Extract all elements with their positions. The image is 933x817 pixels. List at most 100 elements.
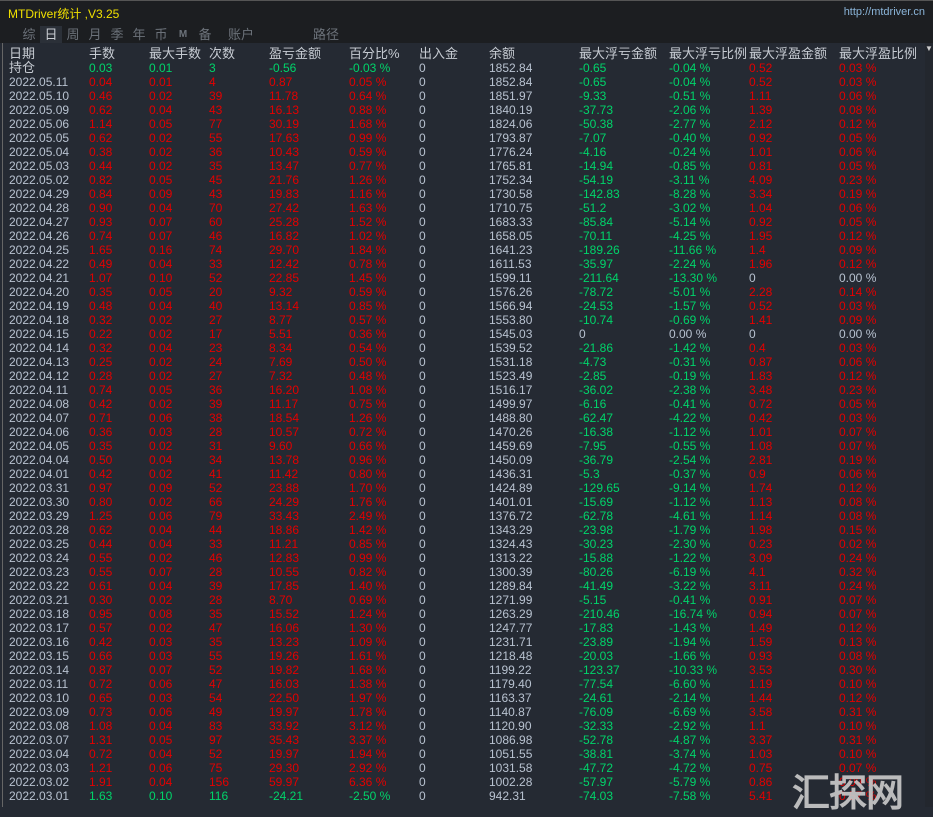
position-row[interactable]: 持仓 0.03 0.01 3 -0.56 -0.03 % 0 1852.84 -0.65 -0.0… bbox=[9, 61, 924, 76]
tab-0[interactable]: 综 bbox=[18, 26, 40, 43]
table-row[interactable]: 2022.04.18 0.32 0.02 27 8.77 0.57 % 0 1553.80 -1… bbox=[9, 313, 924, 327]
table-row[interactable]: 2022.03.14 0.87 0.07 52 19.82 1.68 % 0 1199.22 -… bbox=[9, 663, 924, 677]
table-row[interactable]: 2022.05.06 1.14 0.05 77 30.19 1.68 % 0 1824.06 -… bbox=[9, 117, 924, 131]
cell-balance: 1140.87 bbox=[489, 705, 532, 719]
table-row[interactable]: 2022.04.11 0.74 0.05 36 16.20 1.08 % 0 1516.17 -… bbox=[9, 383, 924, 397]
tab-2[interactable]: 周 bbox=[62, 26, 84, 43]
table-row[interactable]: 2022.04.28 0.90 0.04 70 27.42 1.63 % 0 1710.75 -… bbox=[9, 201, 924, 215]
table-row[interactable]: 2022.04.13 0.25 0.02 24 7.69 0.50 % 0 1531.18 -4… bbox=[9, 355, 924, 369]
table-row[interactable]: 2022.03.23 0.55 0.07 28 10.55 0.82 % 0 1300.39 -… bbox=[9, 565, 924, 579]
cell-percent: 1.38 % bbox=[349, 677, 387, 691]
table-row[interactable]: 2022.03.28 0.62 0.04 44 18.86 1.42 % 0 1343.29 -… bbox=[9, 523, 924, 537]
table-row[interactable]: 2022.03.24 0.55 0.02 46 12.83 0.99 % 0 1313.22 -… bbox=[9, 551, 924, 565]
column-header[interactable]: 最大浮盈金额 bbox=[749, 46, 839, 61]
table-row[interactable]: 2022.05.05 0.62 0.02 55 17.63 0.99 % 0 1793.87 -… bbox=[9, 131, 924, 145]
table-row[interactable]: 2022.03.11 0.72 0.06 47 16.03 1.38 % 0 1179.40 -… bbox=[9, 677, 924, 691]
table-row[interactable]: 2022.04.15 0.22 0.02 17 5.51 0.36 % 0 1545.03 0 0… bbox=[9, 327, 924, 341]
table-row[interactable]: 2022.04.26 0.74 0.07 46 16.82 1.02 % 0 1658.05 -… bbox=[9, 229, 924, 243]
cell-max-float-profit: 3.11 bbox=[749, 579, 772, 593]
cell-date: 2022.05.10 bbox=[9, 89, 70, 103]
cell-lots: 0.93 bbox=[89, 215, 113, 229]
column-header[interactable]: 百分比% bbox=[349, 46, 419, 61]
website-link[interactable]: http://mtdriver.cn bbox=[844, 6, 925, 18]
table-row[interactable]: 2022.04.20 0.35 0.05 20 9.32 0.59 % 0 1576.26 -7… bbox=[9, 285, 924, 299]
column-header[interactable]: 出入金 bbox=[419, 46, 489, 61]
tab-1[interactable]: 日 bbox=[40, 26, 62, 43]
cell-max-lots: 0.02 bbox=[149, 495, 173, 509]
cell-deposit: 0 bbox=[419, 761, 426, 775]
table-row[interactable]: 2022.03.01 1.63 0.10 116 -24.21 -2.50 % 0 942.3… bbox=[9, 789, 924, 803]
table-row[interactable]: 2022.03.18 0.95 0.08 35 15.52 1.24 % 0 1263.29 -… bbox=[9, 607, 924, 621]
table-row[interactable]: 2022.04.06 0.36 0.03 28 10.57 0.72 % 0 1470.26 -… bbox=[9, 425, 924, 439]
column-header[interactable]: 盈亏金额 bbox=[269, 46, 349, 61]
column-header[interactable]: 次数 bbox=[209, 46, 269, 61]
table-row[interactable]: 2022.04.14 0.32 0.04 23 8.34 0.54 % 0 1539.52 -2… bbox=[9, 341, 924, 355]
table-row[interactable]: 2022.04.21 1.07 0.10 52 22.85 1.45 % 0 1599.11 -… bbox=[9, 271, 924, 285]
cell-deposit: 0 bbox=[419, 467, 426, 481]
scrollbar[interactable] bbox=[925, 43, 933, 807]
tab-9[interactable]: 账户 bbox=[216, 26, 266, 43]
table-row[interactable]: 2022.03.02 1.91 0.04 156 59.97 6.36 % 0 1002.28… bbox=[9, 775, 924, 789]
table-row[interactable]: 2022.03.17 0.57 0.02 47 16.06 1.30 % 0 1247.77 -… bbox=[9, 621, 924, 635]
table-row[interactable]: 2022.04.27 0.93 0.07 60 25.28 1.52 % 0 1683.33 -… bbox=[9, 215, 924, 229]
table-row[interactable]: 2022.04.01 0.42 0.02 41 11.42 0.80 % 0 1436.31 -… bbox=[9, 467, 924, 481]
tab-6[interactable]: 币 bbox=[150, 26, 172, 43]
table-row[interactable]: 2022.03.31 0.97 0.09 52 23.88 1.70 % 0 1424.89 -… bbox=[9, 481, 924, 495]
cell-percent: 1.63 % bbox=[349, 201, 387, 215]
table-row[interactable]: 2022.04.19 0.48 0.04 40 13.14 0.85 % 0 1566.94 -… bbox=[9, 299, 924, 313]
cell-max-float-loss-pct: -2.38 % bbox=[669, 383, 711, 397]
tab-4[interactable]: 季 bbox=[106, 26, 128, 43]
cell-max-lots: 0.16 bbox=[149, 243, 173, 257]
cell-max-float-profit: 3.58 bbox=[749, 705, 773, 719]
table-row[interactable]: 2022.03.03 1.21 0.06 75 29.30 2.92 % 0 1031.58 -… bbox=[9, 761, 924, 775]
column-header[interactable]: 手数 bbox=[89, 46, 149, 61]
table-row[interactable]: 2022.03.25 0.44 0.04 33 11.21 0.85 % 0 1324.43 -… bbox=[9, 537, 924, 551]
table-row[interactable]: 2022.03.04 0.72 0.04 52 19.97 1.94 % 0 1051.55 -… bbox=[9, 747, 924, 761]
table-row[interactable]: 2022.05.03 0.44 0.02 35 13.47 0.77 % 0 1765.81 -… bbox=[9, 159, 924, 173]
cell-max-float-profit: 3.37 bbox=[749, 733, 773, 747]
table-row[interactable]: 2022.04.05 0.35 0.02 31 9.60 0.66 % 0 1459.69 -7… bbox=[9, 439, 924, 453]
table-row[interactable]: 2022.05.10 0.46 0.02 39 11.78 0.64 % 0 1851.97 -… bbox=[9, 89, 924, 103]
cell-max-float-loss: -62.47 bbox=[579, 411, 614, 425]
column-header[interactable]: 余额 bbox=[489, 46, 579, 61]
table-row[interactable]: 2022.05.09 0.62 0.04 43 16.13 0.88 % 0 1840.19 -… bbox=[9, 103, 924, 117]
table-row[interactable]: 2022.03.22 0.61 0.04 39 17.85 1.40 % 0 1289.84 -… bbox=[9, 579, 924, 593]
table-row[interactable]: 2022.03.29 1.25 0.06 79 33.43 2.49 % 0 1376.72 -… bbox=[9, 509, 924, 523]
table-row[interactable]: 2022.04.08 0.42 0.02 39 11.17 0.75 % 0 1499.97 -… bbox=[9, 397, 924, 411]
table-row[interactable]: 2022.04.07 0.71 0.06 38 18.54 1.26 % 0 1488.80 -… bbox=[9, 411, 924, 425]
table-row[interactable]: 2022.05.04 0.38 0.02 36 10.43 0.59 % 0 1776.24 -… bbox=[9, 145, 924, 159]
cell-percent: 1.02 % bbox=[349, 229, 387, 243]
tab-5[interactable]: 年 bbox=[128, 26, 150, 43]
tab-3[interactable]: 月 bbox=[84, 26, 106, 43]
table-row[interactable]: 2022.05.11 0.04 0.01 4 0.87 0.05 % 0 1852.84 -0.… bbox=[9, 75, 924, 89]
table-row[interactable]: 2022.03.07 1.31 0.05 97 35.43 3.37 % 0 1086.98 -… bbox=[9, 733, 924, 747]
scroll-down-icon[interactable]: ▼ bbox=[925, 44, 933, 53]
tab-10[interactable]: 路径 bbox=[306, 26, 346, 43]
table-row[interactable]: 2022.04.12 0.28 0.02 27 7.32 0.48 % 0 1523.49 -2… bbox=[9, 369, 924, 383]
cell-deposit: 0 bbox=[419, 173, 426, 187]
tab-7[interactable]: M bbox=[172, 26, 194, 43]
cell-date: 2022.03.16 bbox=[9, 635, 70, 649]
column-header[interactable]: 最大手数 bbox=[149, 46, 209, 61]
table-row[interactable]: 2022.04.22 0.49 0.04 33 12.42 0.78 % 0 1611.53 -… bbox=[9, 257, 924, 271]
table-row[interactable]: 2022.03.09 0.73 0.06 49 19.97 1.78 % 0 1140.87 -… bbox=[9, 705, 924, 719]
tab-8[interactable]: 备 bbox=[194, 26, 216, 43]
column-header[interactable]: 日期 bbox=[9, 46, 89, 61]
table-row[interactable]: 2022.03.16 0.42 0.03 35 13.23 1.09 % 0 1231.71 -… bbox=[9, 635, 924, 649]
cell-count: 33 bbox=[209, 257, 223, 271]
table-row[interactable]: 2022.03.10 0.65 0.03 54 22.50 1.97 % 0 1163.37 -… bbox=[9, 691, 924, 705]
table-row[interactable]: 2022.03.08 1.08 0.04 83 33.92 3.12 % 0 1120.90 -… bbox=[9, 719, 924, 733]
table-row[interactable]: 2022.03.15 0.66 0.03 55 19.26 1.61 % 0 1218.48 -… bbox=[9, 649, 924, 663]
table-row[interactable]: 2022.04.04 0.50 0.04 34 13.78 0.96 % 0 1450.09 -… bbox=[9, 453, 924, 467]
column-header[interactable]: 最大浮盈比例 bbox=[839, 46, 924, 61]
table-row[interactable]: 2022.05.02 0.82 0.05 45 21.76 1.26 % 0 1752.34 -… bbox=[9, 173, 924, 187]
cell-pnl: 19.97 bbox=[269, 705, 300, 719]
table-row[interactable]: 2022.03.21 0.30 0.02 28 8.70 0.69 % 0 1271.99 -5… bbox=[9, 593, 924, 607]
cell-max-float-loss-pct: -1.66 % bbox=[669, 649, 711, 663]
column-header[interactable]: 最大浮亏金额 bbox=[579, 46, 669, 61]
column-header[interactable]: 最大浮亏比例 bbox=[669, 46, 749, 61]
table-row[interactable]: 2022.04.29 0.84 0.09 43 19.83 1.16 % 0 1730.58 -… bbox=[9, 187, 924, 201]
table-row[interactable]: 2022.04.25 1.65 0.16 74 29.70 1.84 % 0 1641.23 -… bbox=[9, 243, 924, 257]
cell-percent: -0.03 % bbox=[349, 61, 391, 75]
table-row[interactable]: 2022.03.30 0.80 0.02 66 24.29 1.76 % 0 1401.01 -… bbox=[9, 495, 924, 509]
